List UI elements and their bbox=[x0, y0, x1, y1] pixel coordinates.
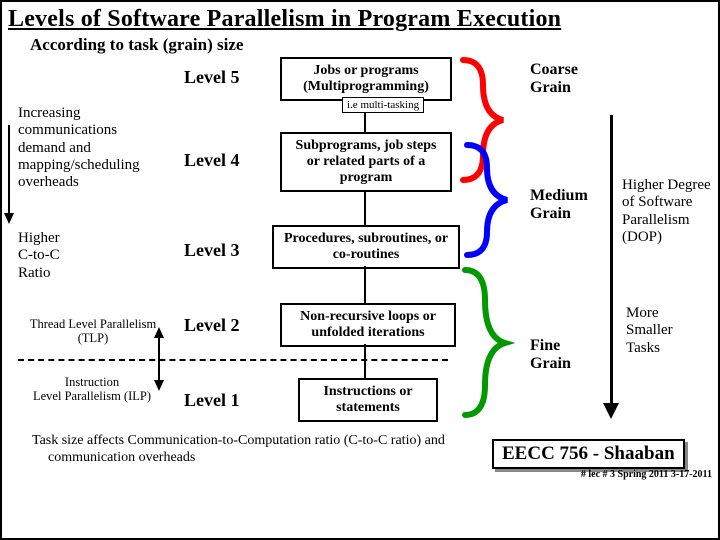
label-coarse-grain: Coarse Grain bbox=[530, 61, 600, 96]
box-level-1: Instructions or statements bbox=[298, 378, 438, 422]
box-level-3: Procedures, subroutines, or co-routines bbox=[272, 225, 460, 269]
level-4-label: Level 4 bbox=[184, 150, 240, 171]
diagram-area: Increasing communications demand and map… bbox=[2, 55, 718, 485]
left-arrow-line bbox=[8, 125, 10, 215]
tlp-ilp-divider bbox=[18, 359, 448, 361]
connector-3-2 bbox=[364, 266, 366, 303]
level-5-label: Level 5 bbox=[184, 67, 240, 88]
tlp-ilp-arrow-down-icon bbox=[154, 380, 164, 391]
box-level-4: Subprograms, job steps or related parts … bbox=[280, 132, 452, 192]
label-medium-grain: Medium Grain bbox=[530, 187, 610, 222]
label-smaller-tasks: More Smaller Tasks bbox=[626, 305, 706, 357]
box-level-2: Non-recursive loops or unfolded iteratio… bbox=[280, 303, 456, 347]
label-ilp: Instruction Level Parallelism (ILP) bbox=[22, 375, 162, 404]
note-task-size: Task size affects Communication-to-Compu… bbox=[26, 433, 456, 467]
slide-frame: Levels of Software Parallelism in Progra… bbox=[0, 0, 720, 540]
label-tlp: Thread Level Parallelism (TLP) bbox=[18, 317, 168, 346]
label-fine-grain: Fine Grain bbox=[530, 337, 600, 372]
label-dop: Higher Degree of Software Parallelism (D… bbox=[622, 177, 712, 246]
slide-title: Levels of Software Parallelism in Progra… bbox=[2, 2, 718, 33]
right-arrow-line bbox=[610, 115, 613, 405]
left-arrow-head-icon bbox=[4, 213, 14, 224]
box-level-5: Jobs or programs (Multiprogramming) bbox=[280, 57, 452, 101]
level-3-label: Level 3 bbox=[184, 240, 240, 261]
brace-fine-icon bbox=[460, 265, 510, 420]
label-increasing-overheads: Increasing communications demand and map… bbox=[18, 105, 168, 191]
connector-4-3 bbox=[364, 190, 366, 225]
connector-5-4 bbox=[364, 112, 366, 132]
connector-2-1 bbox=[364, 344, 366, 378]
tlp-ilp-arrow-line bbox=[158, 337, 160, 382]
slide-subtitle: According to task (grain) size bbox=[2, 33, 718, 55]
note-multitasking: i.e multi-tasking bbox=[342, 97, 424, 113]
level-1-label: Level 1 bbox=[184, 390, 240, 411]
right-arrow-head-icon bbox=[603, 403, 619, 419]
course-box: EECC 756 - Shaaban bbox=[492, 439, 685, 469]
level-2-label: Level 2 bbox=[184, 315, 240, 336]
label-ctoc-ratio: Higher C-to-C Ratio bbox=[18, 230, 118, 282]
footer-text: # lec # 3 Spring 2011 3-17-2011 bbox=[472, 469, 712, 480]
brace-medium-icon bbox=[462, 140, 512, 260]
